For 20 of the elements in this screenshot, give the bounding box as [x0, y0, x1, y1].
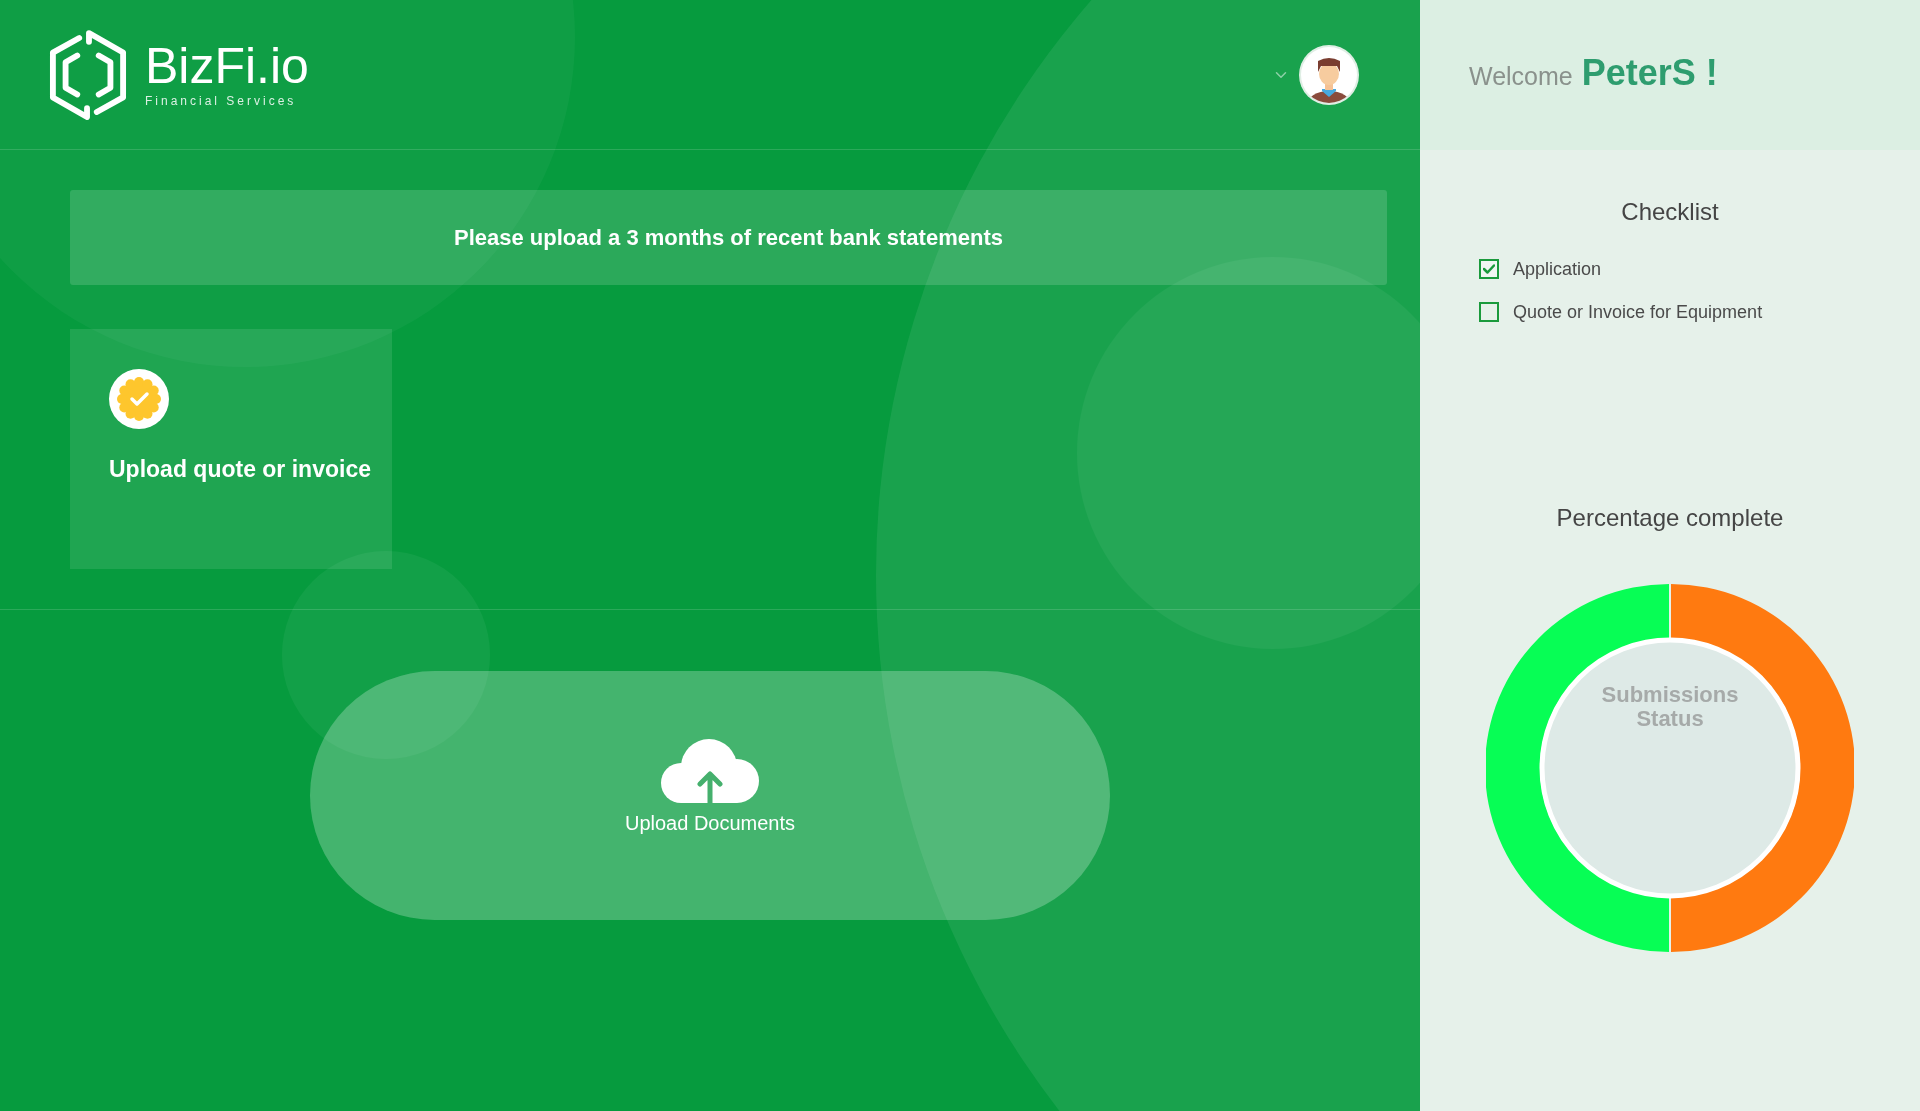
- progress-title: Percentage complete: [1556, 503, 1784, 533]
- upload-documents-button[interactable]: Upload Documents: [310, 671, 1110, 920]
- logo-tagline: Financial Services: [145, 94, 298, 108]
- info-banner: Please upload a 3 months of recent bank statements: [70, 190, 1387, 285]
- user-name: PeterS !: [1581, 51, 1718, 95]
- chart-center-label: Submissions Status: [1600, 683, 1740, 731]
- avatar-icon[interactable]: [1299, 44, 1359, 105]
- checklist-title: Checklist: [1621, 197, 1719, 227]
- logo-icon: [49, 29, 127, 120]
- checklist-label: Application: [1513, 258, 1602, 281]
- card-title: Upload quote or invoice: [109, 455, 371, 483]
- checklist-label: Quote or Invoice for Equipment: [1513, 301, 1763, 324]
- logo-name: BizFi.io: [145, 41, 309, 91]
- checkbox[interactable]: [1479, 302, 1499, 322]
- checkbox[interactable]: [1479, 259, 1499, 279]
- upload-card[interactable]: Upload quote or invoice: [70, 329, 392, 569]
- check-icon: [1483, 264, 1495, 274]
- cloud-upload-icon: [661, 738, 759, 803]
- badge-check-icon: [109, 369, 169, 429]
- welcome-text: Welcome: [1469, 61, 1573, 92]
